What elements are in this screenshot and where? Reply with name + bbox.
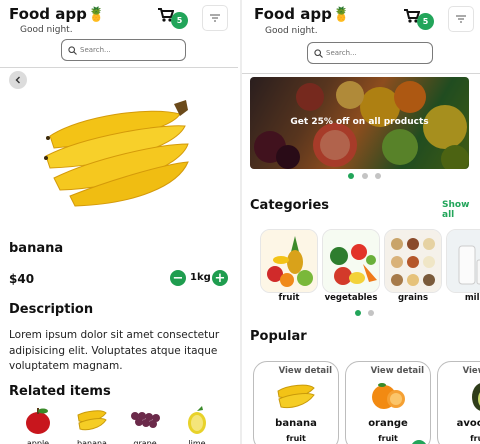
category-card-fruit[interactable] (260, 229, 318, 293)
product-price: $40 (9, 272, 35, 286)
view-detail-link[interactable]: View detail (346, 366, 430, 376)
grains-category-image (385, 230, 441, 292)
banana-image (44, 100, 189, 207)
filter-button[interactable] (202, 5, 228, 31)
greeting: Good night. (20, 25, 73, 35)
quantity-value: 1kg (190, 272, 211, 283)
pineapple-icon: 🍍 (87, 7, 106, 23)
search-input[interactable] (326, 49, 416, 57)
popular-category: fruit (286, 434, 306, 443)
view-detail-link[interactable]: View detail (438, 366, 480, 376)
grape-icon (131, 412, 160, 428)
product-name: banana (9, 241, 64, 256)
category-dot[interactable] (368, 310, 374, 316)
related-item[interactable]: apple (18, 404, 58, 444)
orange-icon (372, 383, 405, 409)
category-dot-active[interactable] (355, 310, 361, 316)
lime-icon (188, 406, 206, 434)
filter-icon (456, 15, 466, 23)
popular-name: banana (275, 418, 317, 429)
cart-button[interactable]: 5 (404, 5, 434, 31)
quantity-decrease-button[interactable]: − (170, 270, 186, 286)
related-item-label: grape (133, 439, 157, 444)
search-icon (68, 45, 77, 55)
chevron-left-icon (15, 76, 20, 84)
carousel-dot[interactable] (375, 173, 381, 179)
milk-category-image (447, 230, 480, 292)
related-item[interactable]: lime (177, 404, 217, 444)
category-label: grains (397, 293, 429, 303)
description-heading: Description (9, 302, 94, 317)
header-divider (0, 67, 238, 68)
pineapple-icon: 🍍 (332, 7, 351, 23)
popular-category: fruit (470, 434, 480, 443)
fruit-category-image (261, 230, 317, 292)
category-card-grains[interactable] (384, 229, 442, 293)
category-label: milk (464, 293, 480, 303)
apple-icon (26, 408, 50, 434)
related-heading: Related items (9, 384, 111, 399)
show-all-link[interactable]: Show all (442, 200, 480, 220)
app-title-text: Food app (9, 5, 87, 23)
category-card-vegetables[interactable] (322, 229, 380, 293)
popular-heading: Popular (250, 329, 307, 344)
related-item[interactable]: grape (125, 404, 165, 444)
filter-button[interactable] (448, 6, 474, 32)
banana-icon (77, 410, 107, 431)
cart-button[interactable]: 5 (158, 4, 188, 30)
popular-card[interactable]: View detail banana fruit (253, 361, 339, 444)
vegetables-category-image (323, 230, 379, 292)
search-input[interactable] (80, 46, 170, 54)
popular-card[interactable]: View detail orange fruit (345, 361, 431, 444)
popular-name: orange (368, 418, 408, 429)
search-bar[interactable] (307, 42, 433, 64)
filter-icon (210, 14, 220, 22)
description-text: Lorem ipsum dolor sit amet consectetur a… (9, 329, 220, 372)
cart-badge: 5 (417, 13, 434, 30)
banner-text: Get 25% off on all products (290, 117, 429, 127)
search-bar[interactable] (61, 39, 186, 61)
carousel-dot[interactable] (362, 173, 368, 179)
carousel-dot-active[interactable] (348, 173, 354, 179)
banana-icon (277, 384, 315, 409)
back-button[interactable] (9, 71, 27, 89)
promo-banner[interactable]: Get 25% off on all products (250, 77, 469, 169)
view-detail-link[interactable]: View detail (254, 366, 338, 376)
popular-name: avocado (456, 418, 480, 429)
related-item[interactable]: banana (72, 404, 112, 444)
header-divider (242, 73, 480, 74)
cart-badge: 5 (171, 12, 188, 29)
search-icon (314, 48, 323, 58)
category-label: vegetables (324, 293, 378, 303)
home-screen: Food app🍍 Good night. 5 Search... Get 25… (242, 0, 480, 444)
categories-heading: Categories (250, 198, 330, 213)
related-item-label: banana (77, 439, 107, 444)
quantity-increase-button[interactable]: + (212, 270, 228, 286)
greeting: Good night. (265, 26, 318, 36)
app-title: Food app🍍 (254, 5, 350, 23)
category-card-milk[interactable] (446, 229, 480, 293)
avocado-icon (472, 383, 480, 411)
category-label: fruit (278, 293, 300, 303)
app-title-text: Food app (254, 5, 332, 23)
popular-card[interactable]: View detail avocado fruit (437, 361, 480, 444)
related-item-label: apple (26, 439, 50, 444)
product-detail-screen: Food app🍍 Good night. 5 Search... banana… (0, 0, 240, 444)
related-item-label: lime (188, 439, 206, 444)
app-title: Food app🍍 (9, 5, 105, 23)
